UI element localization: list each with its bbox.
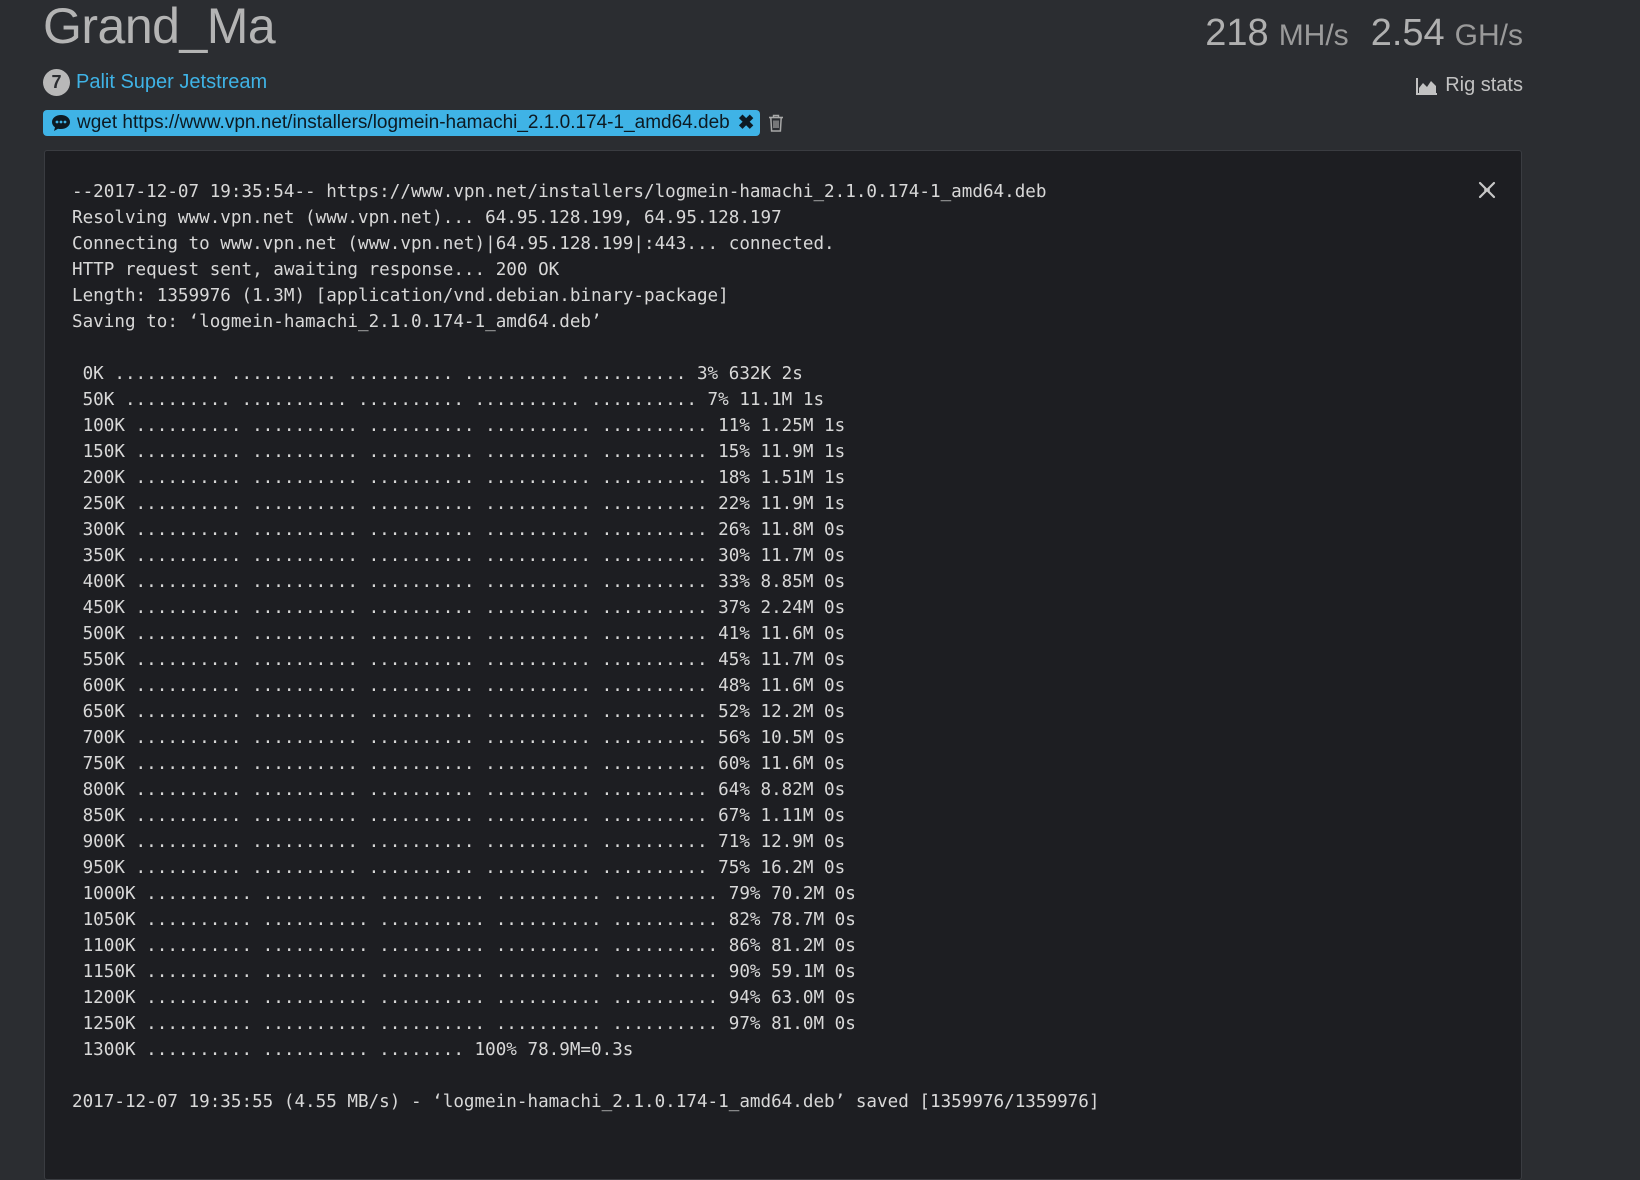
area-chart-icon (1416, 77, 1438, 95)
terminal-line: 750K .......... .......... .......... ..… (72, 754, 846, 774)
terminal-line: 450K .......... .......... .......... ..… (72, 598, 846, 618)
terminal-line: 1050K .......... .......... .......... .… (72, 910, 856, 930)
gpu-model-link[interactable]: Palit Super Jetstream (76, 71, 267, 94)
hashrate-summary: 218 MH/s 2.54 GH/s (1205, 12, 1523, 55)
terminal-line: 1300K .......... .......... ........ 100… (72, 1040, 634, 1060)
terminal-line: 500K .......... .......... .......... ..… (72, 624, 846, 644)
command-text: wget https://www.vpn.net/installers/logm… (77, 112, 730, 133)
terminal-line: 700K .......... .......... .......... ..… (72, 728, 846, 748)
rig-stats-link[interactable]: Rig stats (1416, 74, 1523, 97)
command-row: wget https://www.vpn.net/installers/logm… (43, 110, 784, 136)
terminal-line: 1150K .......... .......... .......... .… (72, 962, 856, 982)
terminal-line: 250K .......... .......... .......... ..… (72, 494, 846, 514)
gpu-count-badge: 7 (43, 68, 70, 96)
terminal-line: 300K .......... .......... .......... ..… (72, 520, 846, 540)
terminal-line: 400K .......... .......... .......... ..… (72, 572, 846, 592)
terminal-lines: --2017-12-07 19:35:54-- https://www.vpn.… (72, 179, 1099, 1115)
terminal-line: 1200K .......... .......... .......... .… (72, 988, 856, 1008)
terminal-line: 950K .......... .......... .......... ..… (72, 858, 846, 878)
terminal-line: Connecting to www.vpn.net (www.vpn.net)|… (72, 234, 835, 254)
terminal-line: 850K .......... .......... .......... ..… (72, 806, 846, 826)
terminal-line: 650K .......... .......... .......... ..… (72, 702, 846, 722)
hashrate-value-2: 2.54 (1370, 12, 1445, 54)
terminal-line: Saving to: ‘logmein-hamachi_2.1.0.174-1_… (72, 312, 602, 332)
terminal-line: Length: 1359976 (1.3M) [application/vnd.… (72, 286, 729, 306)
terminal-line: 2017-12-07 19:35:55 (4.55 MB/s) - ‘logme… (72, 1092, 1100, 1112)
rig-stats-label: Rig stats (1445, 74, 1523, 96)
terminal-line: 1100K .......... .......... .......... .… (72, 936, 856, 956)
terminal-line: 350K .......... .......... .......... ..… (72, 546, 846, 566)
rig-gpu-info: 7 Palit Super Jetstream (43, 68, 267, 96)
terminal-line: 600K .......... .......... .......... ..… (72, 676, 846, 696)
command-tag[interactable]: wget https://www.vpn.net/installers/logm… (43, 110, 761, 136)
terminal-line: HTTP request sent, awaiting response... … (72, 260, 560, 280)
terminal-line: 100K .......... .......... .......... ..… (72, 416, 846, 436)
close-icon[interactable] (1477, 181, 1497, 204)
rig-name: Grand_Ma (43, 0, 276, 54)
hashrate-unit-1: MH/s (1278, 19, 1349, 52)
remove-command-icon[interactable]: ✖ (738, 113, 755, 133)
terminal-line: 150K .......... .......... .......... ..… (72, 442, 846, 462)
terminal-output-panel: --2017-12-07 19:35:54-- https://www.vpn.… (44, 150, 1522, 1180)
terminal-line: 800K .......... .......... .......... ..… (72, 780, 846, 800)
terminal-line: Resolving www.vpn.net (www.vpn.net)... 6… (72, 208, 782, 228)
comment-dots-icon (52, 115, 70, 131)
terminal-line: 200K .......... .......... .......... ..… (72, 468, 846, 488)
trash-icon[interactable] (768, 114, 784, 132)
terminal-line: 50K .......... .......... .......... ...… (72, 390, 825, 410)
terminal-line: 0K .......... .......... .......... ....… (72, 364, 803, 384)
hashrate-value-1: 218 (1205, 12, 1269, 54)
terminal-line: 550K .......... .......... .......... ..… (72, 650, 846, 670)
terminal-line: 1000K .......... .......... .......... .… (72, 884, 856, 904)
terminal-line: 1250K .......... .......... .......... .… (72, 1014, 856, 1034)
hashrate-unit-2: GH/s (1454, 19, 1523, 52)
terminal-line: --2017-12-07 19:35:54-- https://www.vpn.… (72, 182, 1047, 202)
terminal-line: 900K .......... .......... .......... ..… (72, 832, 846, 852)
